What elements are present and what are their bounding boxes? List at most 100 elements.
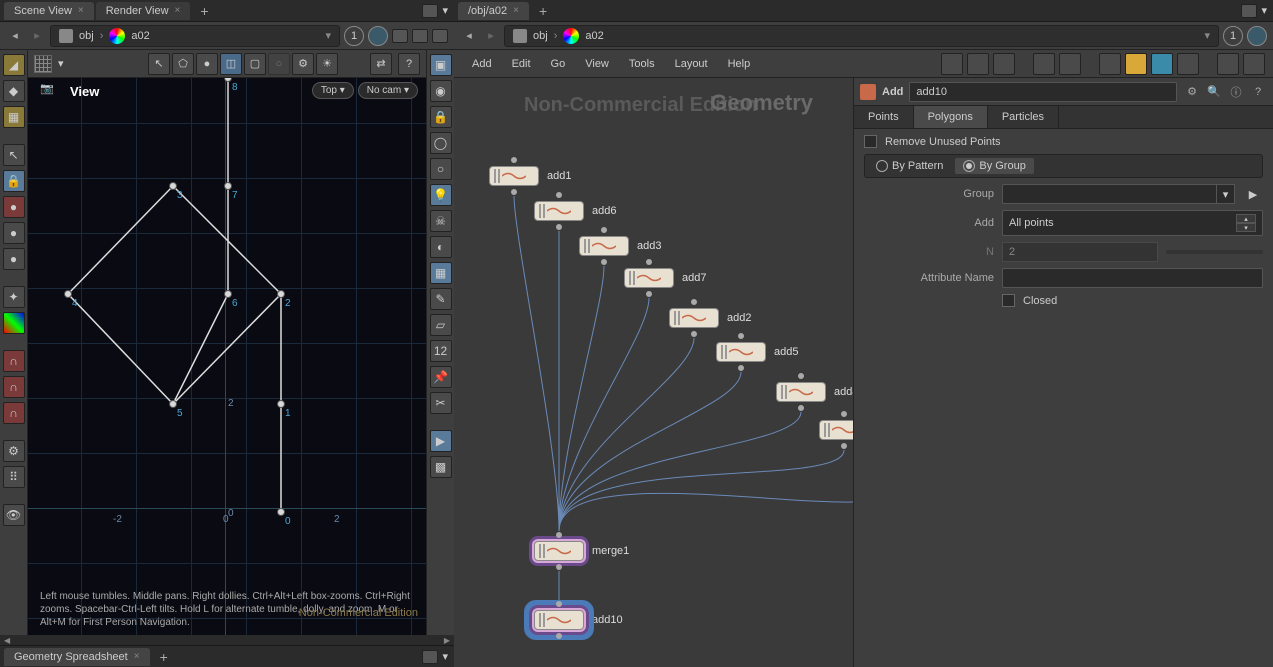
tool-note-icon[interactable] [1125,53,1147,75]
chevron-right-icon[interactable]: ▶ [444,636,450,645]
close-icon[interactable]: × [134,651,140,662]
disp-shaded[interactable]: ◉ [430,80,452,102]
tool-light[interactable]: ● [3,196,25,218]
node-add1[interactable]: add1 [489,166,571,186]
node-add7[interactable]: add7 [624,268,706,288]
add-tab-button[interactable]: + [192,3,216,19]
point[interactable] [64,290,72,298]
point[interactable] [169,400,177,408]
grid-icon[interactable] [34,55,52,73]
vp-lasso-icon[interactable]: ⬠ [172,53,194,75]
tool-search-icon[interactable] [1217,53,1239,75]
checker-icon[interactable]: ▩ [430,456,452,478]
tool-global[interactable]: ● [3,248,25,270]
tool-select[interactable]: ◢ [3,54,25,76]
tab-scene-view[interactable]: Scene View× [4,2,94,20]
circle-icon[interactable]: ○ [430,158,452,180]
tool-magnet1[interactable]: ∩ [3,350,25,372]
window-menu-icon[interactable] [1241,4,1257,18]
skull-icon[interactable]: ☠ [430,210,452,232]
point[interactable] [224,182,232,190]
tab-network-path[interactable]: /obj/a02× [458,2,529,20]
node-merge1[interactable]: merge1 [534,541,629,561]
tab-render-view[interactable]: Render View× [96,2,191,20]
ghost-icon[interactable]: ◯ [430,132,452,154]
menu-edit[interactable]: Edit [502,54,541,74]
add-dropdown[interactable]: All points ▴▾ [1002,210,1263,236]
tool-camera[interactable]: ● [3,222,25,244]
node-add10[interactable]: add10 [534,610,623,630]
param-tab-points[interactable]: Points [854,106,914,128]
brush-icon[interactable]: ✎ [430,288,452,310]
group-input[interactable] [1002,184,1217,204]
node-add8[interactable]: add8 [819,420,853,440]
tool-image-icon[interactable] [1151,53,1173,75]
node-add3[interactable]: add3 [579,236,661,256]
node-add2[interactable]: add2 [669,308,751,328]
close-icon[interactable]: × [78,5,84,16]
viewport[interactable]: 📷 View Top ▾ No cam ▾ 012345678 -20202 L… [28,78,426,635]
point[interactable] [277,400,285,408]
tool-grid2-icon[interactable] [1059,53,1081,75]
tool-box-icon[interactable] [1177,53,1199,75]
vp-opts-icon[interactable]: ⇄ [370,53,392,75]
nav-back-button[interactable]: ◂ [460,27,478,45]
window-menu-icon[interactable] [422,650,438,664]
window-menu-icon[interactable] [422,4,438,18]
num-icon[interactable]: 12 [430,340,452,362]
menu-go[interactable]: Go [541,54,576,74]
chevron-down-icon[interactable]: ▾ [442,650,448,663]
add-tab-button[interactable]: + [531,3,555,19]
tool-dots[interactable]: ⠿ [3,466,25,488]
param-tab-particles[interactable]: Particles [988,106,1059,128]
display-opt-icon[interactable] [392,29,408,43]
shadow-icon[interactable]: ◐ [430,236,452,258]
node-canvas[interactable]: Non-Commercial Edition Geometry add1add6… [454,78,853,667]
tool-magnet2[interactable]: ∩ [3,376,25,398]
tool-lock[interactable]: 🔒 [3,170,25,192]
close-icon[interactable]: × [175,5,181,16]
add-tab-button[interactable]: + [152,649,176,665]
menu-add[interactable]: Add [462,54,502,74]
vp-gear-icon[interactable]: ⚙ [292,53,314,75]
tool-camera-icon[interactable] [1243,53,1265,75]
breadcrumb[interactable]: obj› a02 ▾ [504,25,1219,47]
tool-handles[interactable]: ◆ [3,80,25,102]
tool-bones[interactable]: ✦ [3,286,25,308]
closed-checkbox[interactable] [1002,294,1015,307]
tool-magnet3[interactable]: ∩ [3,402,25,424]
eraser-icon[interactable]: ▱ [430,314,452,336]
vp-brush-icon[interactable]: ● [196,53,218,75]
point[interactable] [224,290,232,298]
tool-eye[interactable]: 👁 [3,504,25,526]
point[interactable] [277,508,285,516]
chevron-down-icon[interactable]: ▾ [442,4,448,17]
cut-icon[interactable]: ✂ [430,392,452,414]
help-icon[interactable]: ? [1249,83,1267,101]
vp-box-icon[interactable]: ▢ [244,53,266,75]
nav-fwd-button[interactable]: ▸ [28,27,46,45]
disp-wireframe[interactable]: ▣ [430,54,452,76]
breadcrumb[interactable]: obj› a02 ▾ [50,25,340,47]
attr-input[interactable] [1002,268,1263,288]
by-group-option[interactable]: By Group [955,158,1033,174]
menu-view[interactable]: View [575,54,619,74]
tool-panel-icon[interactable] [993,53,1015,75]
display-opt-icon[interactable] [412,29,428,43]
tool-arrow[interactable]: ↖ [3,144,25,166]
info-icon[interactable]: ⓘ [1227,83,1245,101]
box-icon[interactable]: ▦ [430,262,452,284]
bulb-icon[interactable]: 💡 [430,184,452,206]
chevron-down-icon[interactable]: ▾ [1261,4,1267,17]
tool-axis[interactable] [3,312,25,334]
node-name-input[interactable] [909,82,1177,102]
circle-icon[interactable] [1247,26,1267,46]
point[interactable] [277,290,285,298]
vp-help-icon[interactable]: ? [398,53,420,75]
point[interactable] [169,182,177,190]
group-select-button[interactable]: ▶ [1243,184,1263,204]
circle-icon[interactable] [368,26,388,46]
remove-unused-checkbox[interactable] [864,135,877,148]
chevron-down-icon[interactable]: ▾ [58,57,64,70]
menu-tools[interactable]: Tools [619,54,665,74]
